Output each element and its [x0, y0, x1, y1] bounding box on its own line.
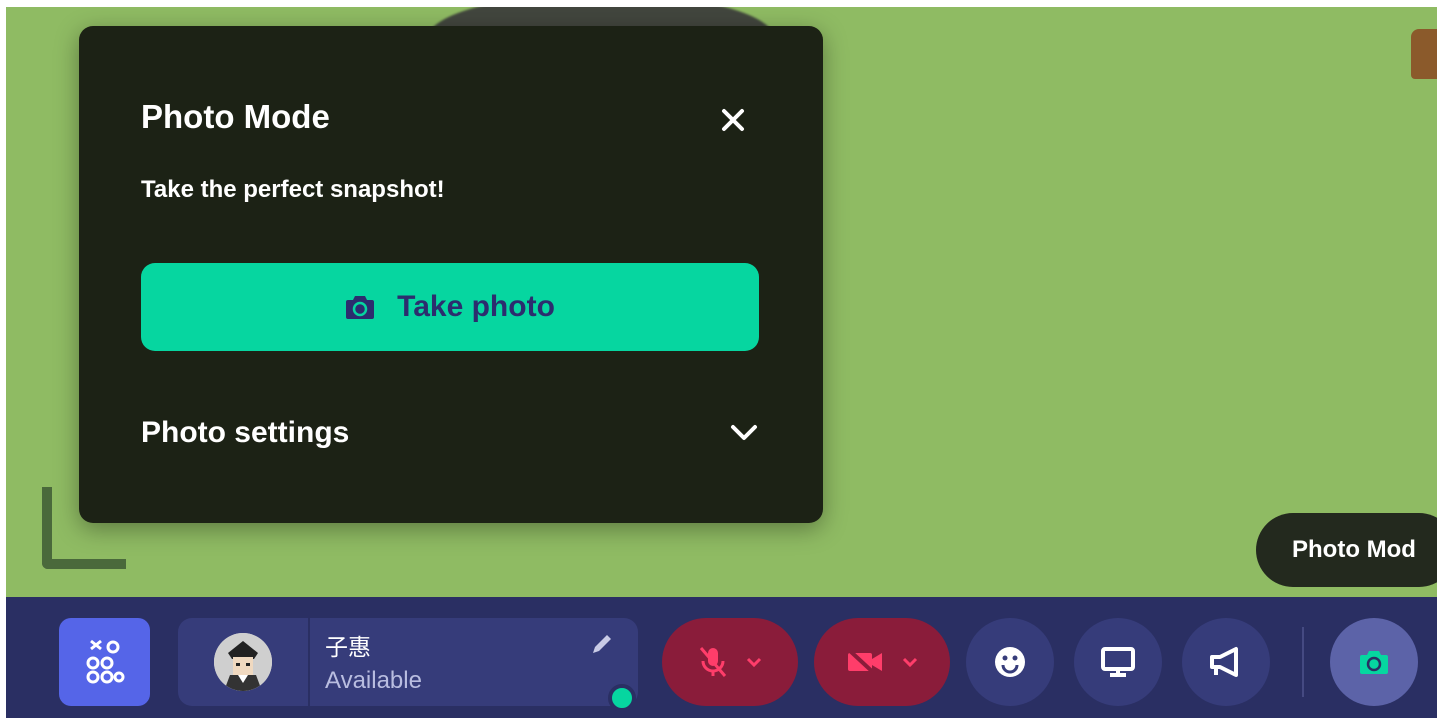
tree-stump — [1411, 29, 1437, 79]
avatar — [214, 633, 272, 691]
camera-options-chevron-icon[interactable] — [902, 656, 918, 668]
bottom-toolbar: 子惠 Available — [6, 597, 1437, 718]
user-status: Available — [325, 667, 422, 694]
photo-settings-label: Photo settings — [141, 416, 350, 449]
close-button[interactable] — [713, 100, 753, 140]
user-name: 子惠 — [325, 635, 371, 661]
screenshot-border-bottom — [0, 718, 1437, 724]
take-photo-button[interactable]: Take photo — [141, 263, 759, 351]
photo-mode-tooltip: Photo Mod — [1256, 513, 1437, 587]
photo-mode-panel: Photo Mode Take the perfect snapshot! Ta… — [79, 26, 823, 523]
edit-profile-button[interactable] — [590, 632, 614, 661]
panel-subtitle: Take the perfect snapshot! — [141, 176, 445, 203]
chevron-down-icon — [731, 425, 757, 440]
camera-toggle-button[interactable] — [814, 618, 950, 706]
toolbar-divider — [1302, 627, 1304, 697]
panel-title: Photo Mode — [141, 98, 330, 135]
avatar-image — [214, 633, 272, 691]
broadcast-button[interactable] — [1182, 618, 1270, 706]
emote-button[interactable] — [966, 618, 1054, 706]
mic-off-icon — [699, 647, 727, 677]
mic-options-chevron-icon[interactable] — [746, 656, 762, 668]
apps-icon — [86, 639, 124, 684]
close-icon — [722, 109, 744, 131]
user-profile-card[interactable]: 子惠 Available — [178, 618, 638, 712]
screen-share-button[interactable] — [1074, 618, 1162, 706]
smiley-icon — [995, 647, 1025, 677]
status-indicator — [608, 684, 636, 712]
photo-mode-button[interactable] — [1330, 618, 1418, 706]
take-photo-label: Take photo — [397, 290, 555, 323]
mic-toggle-button[interactable] — [662, 618, 798, 706]
megaphone-icon — [1210, 647, 1238, 677]
photo-settings-toggle[interactable]: Photo settings — [141, 411, 759, 455]
avatar-container — [178, 618, 310, 706]
apps-button[interactable] — [59, 618, 150, 706]
screenshot-border-top — [0, 0, 1437, 7]
monitor-icon — [1101, 647, 1135, 677]
camera-icon — [1360, 651, 1388, 674]
camera-icon — [346, 296, 375, 319]
pencil-icon — [593, 635, 611, 653]
video-off-icon — [847, 648, 882, 676]
